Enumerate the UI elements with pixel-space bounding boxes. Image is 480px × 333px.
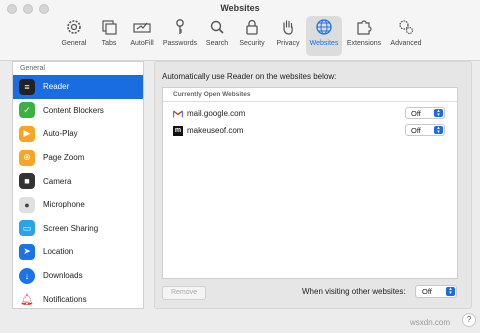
other-websites-select[interactable]: Off ▴ ▾ xyxy=(415,285,457,298)
site-reader-select[interactable]: Off ▴ ▾ xyxy=(405,124,445,136)
sidebar-item-label: Microphone xyxy=(43,200,85,210)
reader-icon: ≡ xyxy=(19,78,35,95)
autoplay-icon: ▶ xyxy=(19,125,35,142)
tab-extensions[interactable]: Extensions xyxy=(344,16,384,56)
content-blockers-icon: ✓ xyxy=(19,102,35,119)
sidebar-item-downloads[interactable]: ↓ Downloads xyxy=(13,264,143,288)
tab-label: Security xyxy=(239,40,265,47)
tab-label: Advanced xyxy=(390,40,422,47)
tab-advanced[interactable]: Advanced xyxy=(386,16,426,56)
site-reader-select[interactable]: Off ▴ ▾ xyxy=(405,107,445,119)
tab-search[interactable]: Search xyxy=(202,16,232,56)
tab-autofill[interactable]: AutoFill xyxy=(126,16,158,56)
help-button[interactable]: ? xyxy=(462,313,476,327)
tabs-icon xyxy=(102,20,117,35)
page-zoom-icon: ⊕ xyxy=(19,149,35,166)
sidebar-item-screen-sharing[interactable]: ▭ Screen Sharing xyxy=(13,217,143,241)
tab-security[interactable]: Security xyxy=(234,16,270,56)
tab-tabs[interactable]: Tabs xyxy=(94,16,124,56)
gear-icon xyxy=(67,20,81,34)
sidebar: General ≡ Reader ✓ Content Blockers ▶ Au… xyxy=(12,61,144,309)
tab-label: General xyxy=(61,40,87,47)
chevron-updown-icon: ▴ ▾ xyxy=(434,109,443,118)
websites-table[interactable]: Currently Open Websites mail.google.com … xyxy=(162,87,458,279)
sidebar-item-label: Screen Sharing xyxy=(43,223,99,233)
screen-sharing-icon: ▭ xyxy=(19,220,35,237)
tab-general[interactable]: General xyxy=(56,16,92,56)
downloads-icon: ↓ xyxy=(19,267,35,284)
sidebar-item-label: Notifications xyxy=(43,294,87,304)
sidebar-item-label: Auto-Play xyxy=(43,129,78,139)
microphone-icon: ● xyxy=(19,196,35,213)
chevron-updown-icon: ▴ ▾ xyxy=(446,287,455,296)
hand-icon xyxy=(283,20,293,35)
sidebar-item-location[interactable]: ➤ Location xyxy=(13,240,143,264)
site-name: mail.google.com xyxy=(187,109,246,118)
sidebar-item-microphone[interactable]: ● Microphone xyxy=(13,193,143,217)
table-row[interactable]: m makeuseof.com Off ▴ ▾ xyxy=(163,122,457,139)
puzzle-icon xyxy=(357,20,372,35)
table-row[interactable]: mail.google.com Off ▴ ▾ xyxy=(163,105,457,122)
lock-icon xyxy=(246,19,258,35)
tab-label: Extensions xyxy=(346,40,382,47)
other-websites-label: When visiting other websites: xyxy=(302,287,406,296)
table-header: Currently Open Websites xyxy=(163,88,457,102)
select-value: Off xyxy=(411,126,421,135)
sidebar-item-label: Location xyxy=(43,247,74,257)
key-icon xyxy=(176,19,184,34)
select-value: Off xyxy=(422,287,432,296)
watermark: wsxdn.com xyxy=(410,318,451,327)
magnifier-icon xyxy=(210,20,224,34)
tab-websites[interactable]: Websites xyxy=(306,16,342,56)
sidebar-item-auto-play[interactable]: ▶ Auto-Play xyxy=(13,122,143,146)
tab-label: Tabs xyxy=(101,40,117,47)
reader-settings-panel: Automatically use Reader on the websites… xyxy=(154,61,472,309)
titlebar: Websites General Tabs AutoFill Passwords… xyxy=(0,0,480,61)
sidebar-item-label: Downloads xyxy=(43,271,83,281)
gears-icon xyxy=(399,20,414,35)
tab-label: Websites xyxy=(309,40,339,47)
site-name: makeuseof.com xyxy=(187,126,244,135)
sidebar-item-label: Page Zoom xyxy=(43,153,85,163)
chevron-updown-icon: ▴ ▾ xyxy=(434,126,443,135)
window-title: Websites xyxy=(220,3,260,13)
sidebar-item-content-blockers[interactable]: ✓ Content Blockers xyxy=(13,99,143,123)
preferences-toolbar: General Tabs AutoFill Passwords Search S… xyxy=(56,16,428,56)
select-value: Off xyxy=(411,109,421,118)
sidebar-item-label: Content Blockers xyxy=(43,105,104,115)
location-icon: ➤ xyxy=(19,243,35,260)
tab-privacy[interactable]: Privacy xyxy=(272,16,304,56)
safari-preferences-window: Websites General Tabs AutoFill Passwords… xyxy=(0,0,480,333)
gmail-icon xyxy=(173,109,183,119)
makeuseof-icon: m xyxy=(173,125,183,136)
sidebar-section-header: General xyxy=(20,65,45,72)
sidebar-item-notifications[interactable]: 🔔︎ Notifications xyxy=(13,287,143,308)
globe-icon xyxy=(316,19,332,35)
tab-label: AutoFill xyxy=(130,40,154,47)
tab-label: Search xyxy=(205,40,229,47)
sidebar-item-reader[interactable]: ≡ Reader xyxy=(13,75,143,99)
remove-button[interactable]: Remove xyxy=(162,286,206,300)
tab-label: Privacy xyxy=(276,40,300,47)
sidebar-item-page-zoom[interactable]: ⊕ Page Zoom xyxy=(13,146,143,170)
notifications-icon: 🔔︎ xyxy=(19,291,35,308)
tab-label: Passwords xyxy=(162,40,198,47)
tab-passwords[interactable]: Passwords xyxy=(160,16,200,56)
sidebar-item-label: Reader xyxy=(43,82,70,92)
panel-description: Automatically use Reader on the websites… xyxy=(162,72,337,81)
camera-icon: ■ xyxy=(19,173,35,190)
sidebar-item-label: Camera xyxy=(43,176,72,186)
autofill-icon xyxy=(133,22,151,33)
sidebar-item-camera[interactable]: ■ Camera xyxy=(13,169,143,193)
